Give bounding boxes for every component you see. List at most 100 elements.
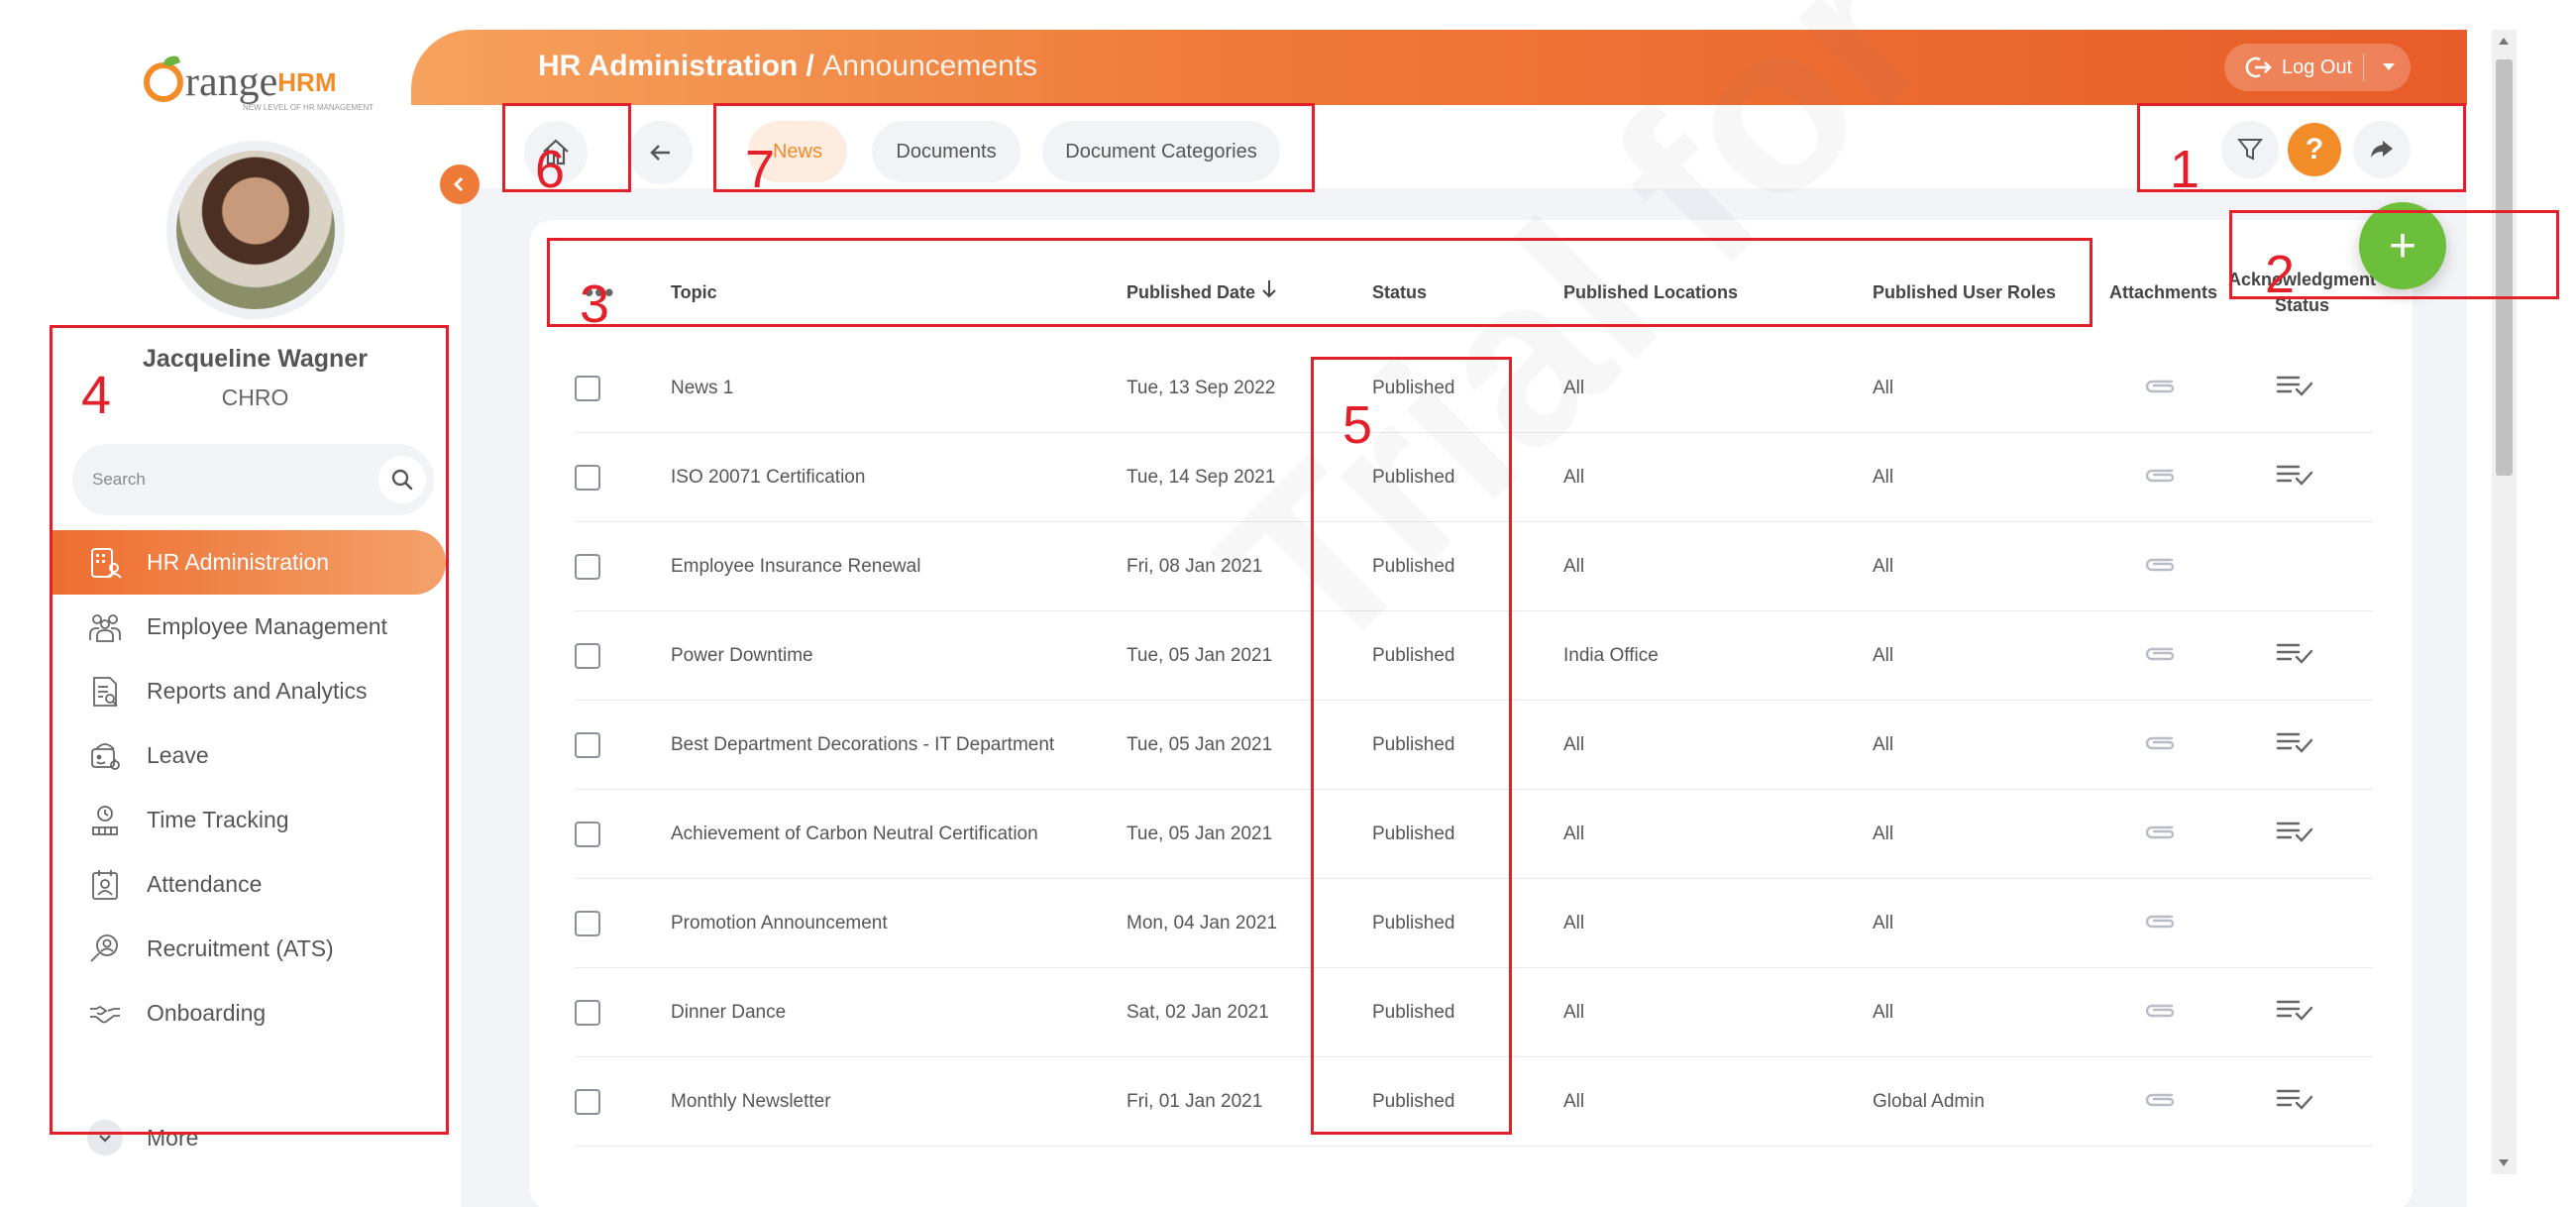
paperclip-icon[interactable] — [2142, 643, 2178, 669]
paperclip-icon[interactable] — [2142, 1089, 2178, 1115]
search-button[interactable] — [378, 456, 426, 503]
column-header-published-locations[interactable]: Published Locations — [1563, 238, 1738, 347]
paperclip-icon[interactable] — [2142, 911, 2178, 936]
sidebar-item-reports-and-analytics[interactable]: Reports and Analytics — [50, 659, 446, 723]
sidebar-item-label: Leave — [147, 742, 209, 768]
sidebar-item-attendance[interactable]: Attendance — [50, 852, 446, 917]
caret-down-icon[interactable] — [2373, 52, 2405, 83]
share-button[interactable] — [2353, 121, 2411, 178]
row-topic[interactable]: Promotion Announcement — [671, 879, 888, 968]
acknowledgment-list-check-icon[interactable] — [2275, 819, 2314, 850]
sidebar-item-recruitment-ats[interactable]: Recruitment (ATS) — [50, 917, 446, 981]
paperclip-icon[interactable] — [2142, 465, 2178, 491]
paperclip-icon[interactable] — [2142, 822, 2178, 847]
avatar — [176, 151, 335, 309]
row-published-date: Tue, 05 Jan 2021 — [1127, 645, 1273, 666]
logout-button[interactable]: Log Out — [2224, 44, 2411, 91]
row-published-user-roles: All — [1873, 823, 1894, 844]
table-row[interactable]: News 1 Tue, 13 Sep 2022 Published All All — [575, 344, 2373, 433]
row-select-cell — [575, 522, 600, 611]
sidebar-more[interactable]: More — [50, 1108, 446, 1167]
row-checkbox[interactable] — [575, 822, 600, 847]
home-icon — [543, 139, 569, 165]
table-row[interactable]: Best Department Decorations - IT Departm… — [575, 701, 2373, 790]
row-checkbox[interactable] — [575, 1089, 600, 1115]
sidebar-item-hr-administration[interactable]: HR Administration — [50, 530, 446, 595]
column-header-topic[interactable]: Topic — [671, 238, 717, 347]
row-checkbox[interactable] — [575, 911, 600, 936]
acknowledgment-list-check-icon[interactable] — [2275, 729, 2314, 761]
table-row[interactable]: Monthly Newsletter Fri, 01 Jan 2021 Publis… — [575, 1057, 2373, 1147]
row-checkbox[interactable] — [575, 643, 600, 669]
paperclip-icon[interactable] — [2142, 1000, 2178, 1026]
row-checkbox[interactable] — [575, 554, 600, 580]
page-scrollbar[interactable] — [2492, 30, 2517, 1174]
row-topic[interactable]: Employee Insurance Renewal — [671, 522, 920, 611]
column-header-status[interactable]: Status — [1372, 238, 1427, 347]
table-row[interactable]: Power Downtime Tue, 05 Jan 2021 Published I… — [575, 611, 2373, 701]
row-status: Published — [1372, 645, 1455, 666]
add-announcement-button[interactable]: + — [2359, 202, 2446, 289]
acknowledgment-list-check-icon[interactable] — [2275, 462, 2314, 494]
sidebar-item-leave[interactable]: Leave — [50, 723, 446, 788]
acknowledgment-list-check-icon[interactable] — [2275, 640, 2314, 672]
row-select-cell — [575, 790, 600, 879]
page-title-main: HR Administration / — [538, 50, 814, 82]
column-options-button[interactable]: ••• — [585, 238, 614, 347]
scroll-up-arrow-icon[interactable] — [2499, 38, 2509, 45]
table-header: ••• Topic Published Date Status Publishe… — [540, 238, 2376, 347]
scroll-down-arrow-icon[interactable] — [2499, 1159, 2509, 1166]
table-row[interactable]: Promotion Announcement Mon, 04 Jan 2021 Pu… — [575, 879, 2373, 968]
row-topic[interactable]: ISO 20071 Certification — [671, 433, 865, 522]
acknowledgment-list-check-icon[interactable] — [2275, 373, 2314, 404]
row-published-locations: All — [1563, 913, 1585, 933]
orangehrm-logo[interactable]: range HRM NEW LEVEL OF HR MANAGEMENT — [144, 48, 374, 117]
more-horizontal-icon: ••• — [585, 276, 615, 307]
row-published-user-roles: All — [1873, 378, 1894, 398]
row-topic[interactable]: News 1 — [671, 344, 733, 433]
sidebar-item-time-tracking[interactable]: Time Tracking — [50, 788, 446, 852]
row-topic[interactable]: Best Department Decorations - IT Departm… — [671, 701, 1054, 790]
column-header-attachments[interactable]: Attachments — [2109, 238, 2217, 347]
tab-documents[interactable]: Documents — [872, 121, 1020, 182]
table-row[interactable]: ISO 20071 Certification Tue, 14 Sep 2021 P… — [575, 433, 2373, 522]
column-header-label: Topic — [671, 281, 717, 302]
back-button[interactable] — [629, 121, 693, 184]
help-button[interactable]: ? — [2288, 123, 2341, 176]
sidebar-item-employee-management[interactable]: Employee Management — [50, 595, 446, 659]
row-topic[interactable]: Dinner Dance — [671, 968, 786, 1057]
paperclip-icon[interactable] — [2142, 376, 2178, 401]
table-row[interactable]: Achievement of Carbon Neutral Certificat… — [575, 790, 2373, 879]
row-select-cell — [575, 701, 600, 790]
row-acknowledgment-status — [2275, 968, 2314, 1057]
row-topic[interactable]: Monthly Newsletter — [671, 1057, 831, 1147]
paperclip-icon[interactable] — [2142, 554, 2178, 580]
search-input[interactable] — [92, 462, 370, 497]
sidebar-collapse-button[interactable] — [440, 165, 480, 204]
sidebar-item-label: Recruitment (ATS) — [147, 935, 334, 961]
tab-document-categories[interactable]: Document Categories — [1042, 121, 1280, 182]
row-checkbox[interactable] — [575, 732, 600, 758]
sidebar-nav: HR Administration Employee Management Re… — [50, 530, 446, 1045]
acknowledgment-list-check-icon[interactable] — [2275, 1086, 2314, 1118]
row-topic[interactable]: Achievement of Carbon Neutral Certificat… — [671, 790, 1038, 879]
filter-button[interactable] — [2221, 121, 2279, 178]
row-select-cell — [575, 968, 600, 1057]
tab-news[interactable]: News — [748, 121, 847, 182]
paperclip-icon[interactable] — [2142, 732, 2178, 758]
row-topic[interactable]: Power Downtime — [671, 611, 813, 701]
scrollbar-thumb[interactable] — [2496, 59, 2513, 476]
table-row[interactable]: Dinner Dance Sat, 02 Jan 2021 Published All… — [575, 968, 2373, 1057]
row-checkbox[interactable] — [575, 1000, 600, 1026]
plus-icon: + — [2388, 219, 2417, 273]
acknowledgment-list-check-icon[interactable] — [2275, 997, 2314, 1029]
home-button[interactable] — [524, 121, 588, 184]
avatar-frame[interactable] — [166, 141, 345, 319]
sidebar-item-onboarding[interactable]: Onboarding — [50, 981, 446, 1045]
column-header-acknowledgment-status[interactable]: Acknowledgment Status — [2228, 238, 2376, 347]
column-header-published-date[interactable]: Published Date — [1127, 238, 1279, 347]
table-row[interactable]: Employee Insurance Renewal Fri, 08 Jan 20… — [575, 522, 2373, 611]
row-checkbox[interactable] — [575, 465, 600, 491]
row-checkbox[interactable] — [575, 376, 600, 401]
column-header-published-user-roles[interactable]: Published User Roles — [1873, 238, 2056, 347]
